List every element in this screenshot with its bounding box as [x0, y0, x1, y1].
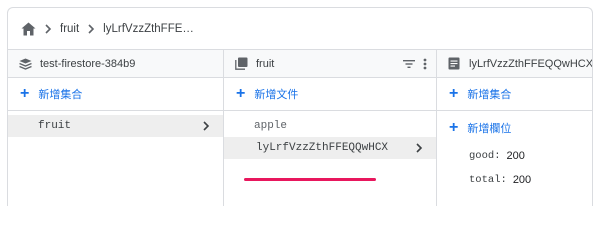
- field-key: good:: [469, 150, 501, 162]
- add-collection-label: 新增集合: [38, 89, 83, 101]
- field-value: 200: [506, 150, 525, 162]
- plus-icon: +: [236, 85, 246, 102]
- chevron-right-icon: [41, 22, 55, 36]
- document-column-header: lyLrfVzzZthFFEQQwHCX: [437, 50, 593, 78]
- panel-columns: test-firestore-384b9 + 新增集合 fruit fruit …: [8, 50, 593, 206]
- add-field-button[interactable]: + 新增欄位: [437, 111, 592, 144]
- firestore-panel: fruit lyLrfVzzZthFFE… test-firestore-384…: [7, 7, 593, 206]
- collection-item-label: fruit: [38, 120, 72, 132]
- breadcrumb-item-document[interactable]: lyLrfVzzZthFFE…: [103, 23, 194, 35]
- add-document-label: 新增文件: [254, 89, 299, 101]
- field-key: total:: [469, 174, 507, 186]
- document-icon: [447, 57, 461, 71]
- collection-item-fruit[interactable]: fruit: [8, 115, 223, 137]
- add-subcollection-button[interactable]: + 新增集合: [437, 78, 592, 111]
- home-icon[interactable]: [20, 21, 36, 37]
- project-column-header: test-firestore-384b9: [8, 50, 223, 78]
- collection-column: fruit + 新增文件 apple lyLrfVzzZthFFEQQwHCX: [224, 50, 437, 206]
- collection-title: fruit: [256, 57, 275, 70]
- document-item-apple[interactable]: apple: [224, 115, 436, 137]
- database-icon: [18, 57, 32, 71]
- more-vert-icon[interactable]: [422, 57, 428, 74]
- breadcrumb-item-fruit[interactable]: fruit: [60, 23, 79, 35]
- add-document-button[interactable]: + 新增文件: [224, 78, 436, 111]
- chevron-right-icon: [84, 22, 98, 36]
- breadcrumb: fruit lyLrfVzzZthFFE…: [8, 8, 592, 50]
- document-title: lyLrfVzzZthFFEQQwHCX: [469, 57, 593, 70]
- plus-icon: +: [20, 85, 30, 102]
- field-row[interactable]: total: 200: [437, 168, 592, 192]
- add-field-label: 新增欄位: [467, 122, 512, 135]
- plus-icon: +: [449, 118, 459, 136]
- chevron-right-icon: [199, 119, 213, 133]
- document-item-selected[interactable]: lyLrfVzzZthFFEQQwHCX: [224, 137, 436, 159]
- add-collection-button[interactable]: + 新增集合: [8, 78, 223, 111]
- plus-icon: +: [449, 85, 459, 102]
- filter-icon[interactable]: [402, 57, 416, 74]
- document-item-label: lyLrfVzzZthFFEQQwHCX: [256, 142, 389, 154]
- add-subcollection-label: 新增集合: [467, 89, 512, 101]
- project-column: test-firestore-384b9 + 新增集合 fruit: [8, 50, 224, 206]
- document-column: lyLrfVzzZthFFEQQwHCX + 新增集合 + 新增欄位 good:…: [437, 50, 593, 206]
- project-title: test-firestore-384b9: [40, 57, 136, 70]
- field-value: 200: [512, 174, 532, 186]
- highlight-underline: [244, 178, 376, 181]
- collection-column-header: fruit: [224, 50, 436, 78]
- collection-actions: [402, 57, 428, 74]
- field-row[interactable]: good: 200: [437, 144, 592, 168]
- collection-icon: [234, 57, 248, 71]
- document-item-label: apple: [254, 120, 288, 132]
- chevron-right-icon: [412, 141, 426, 155]
